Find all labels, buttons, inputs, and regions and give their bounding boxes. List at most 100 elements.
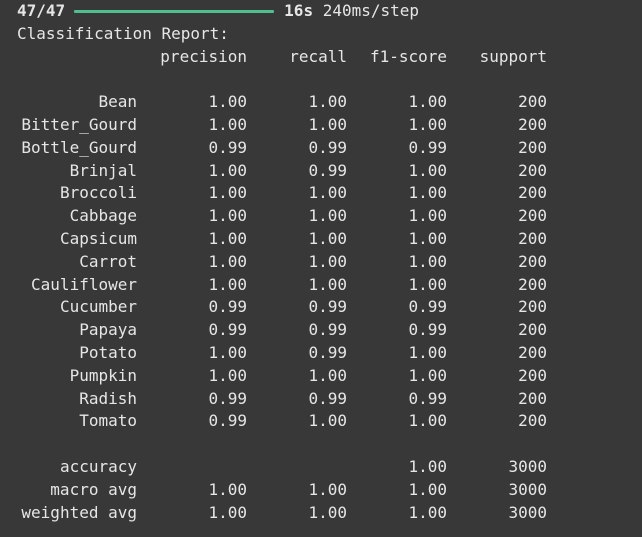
- row-label: weighted avg: [21, 502, 137, 522]
- table-row: Broccoli 1.00 1.00 1.00 200: [17, 182, 642, 205]
- summary-row: macro avg 1.00 1.00 1.00 3000: [17, 479, 642, 502]
- row-recall: 0.99: [308, 137, 347, 157]
- class-rows: Bean 1.00 1.00 1.00 200 Bitter_Gourd 1.00 1.00 1…: [17, 91, 642, 433]
- table-row: Brinjal 1.00 0.99 1.00 200: [17, 160, 642, 183]
- row-recall: 1.00: [308, 251, 347, 271]
- row-f1-score: 0.99: [408, 388, 447, 408]
- table-row: Tomato 0.99 1.00 1.00 200: [17, 410, 642, 433]
- row-f1-score: 1.00: [408, 479, 447, 499]
- row-label: Carrot: [79, 251, 137, 271]
- row-support: 200: [518, 160, 547, 180]
- row-precision: 0.99: [208, 411, 247, 431]
- row-f1-score: 1.00: [408, 456, 447, 476]
- row-recall: 1.00: [308, 206, 347, 226]
- row-recall: 1.00: [308, 479, 347, 499]
- row-f1-score: 1.00: [408, 411, 447, 431]
- header-recall: recall: [289, 46, 347, 66]
- row-recall: 1.00: [308, 228, 347, 248]
- row-precision: 1.00: [208, 274, 247, 294]
- summary-rows: accuracy 1.00 3000 macro avg 1.00 1.00 1.00 300…: [17, 456, 642, 524]
- table-row: Cucumber 0.99 0.99 0.99 200: [17, 296, 642, 319]
- row-precision: 1.00: [208, 206, 247, 226]
- table-row: Bottle_Gourd 0.99 0.99 0.99 200: [17, 137, 642, 160]
- row-f1-score: 1.00: [408, 206, 447, 226]
- row-support: 200: [518, 114, 547, 134]
- row-label: Cauliflower: [31, 274, 137, 294]
- row-support: 200: [518, 365, 547, 385]
- table-row: Potato 1.00 0.99 1.00 200: [17, 342, 642, 365]
- row-f1-score: 1.00: [408, 183, 447, 203]
- row-f1-score: 1.00: [408, 365, 447, 385]
- table-row: Cauliflower 1.00 1.00 1.00 200: [17, 274, 642, 297]
- row-recall: 1.00: [308, 183, 347, 203]
- row-support: 200: [518, 251, 547, 271]
- row-support: 200: [518, 228, 547, 248]
- row-f1-score: 1.00: [408, 92, 447, 112]
- row-f1-score: 0.99: [408, 297, 447, 317]
- row-precision: 1.00: [208, 160, 247, 180]
- row-support: 200: [518, 411, 547, 431]
- progress-step: 47/47: [17, 1, 66, 20]
- table-row: Capsicum 1.00 1.00 1.00 200: [17, 228, 642, 251]
- row-f1-score: 1.00: [408, 342, 447, 362]
- row-precision: 1.00: [208, 342, 247, 362]
- row-label: Cucumber: [59, 297, 137, 317]
- row-support: 200: [518, 320, 547, 340]
- row-recall: 1.00: [308, 365, 347, 385]
- row-recall: 1.00: [308, 274, 347, 294]
- row-support: 200: [518, 137, 547, 157]
- header-precision: precision: [160, 46, 247, 66]
- row-support: 3000: [508, 456, 547, 476]
- row-label: Bitter_Gourd: [21, 114, 137, 134]
- row-recall: 0.99: [308, 160, 347, 180]
- row-support: 3000: [508, 479, 547, 499]
- table-row: Bitter_Gourd 1.00 1.00 1.00 200: [17, 114, 642, 137]
- row-label: Bottle_Gourd: [21, 137, 137, 157]
- progress-rate: 240ms/step: [322, 1, 420, 20]
- table-row: Papaya 0.99 0.99 0.99 200: [17, 319, 642, 342]
- row-label: Radish: [79, 388, 137, 408]
- row-precision: 1.00: [208, 114, 247, 134]
- row-precision: 0.99: [208, 137, 247, 157]
- row-support: 200: [518, 206, 547, 226]
- progress-line: 47/47 16s 240ms/step: [17, 0, 642, 23]
- row-precision: 1.00: [208, 228, 247, 248]
- row-precision: 0.99: [208, 388, 247, 408]
- row-recall: 0.99: [308, 342, 347, 362]
- row-label: Bean: [98, 92, 137, 112]
- summary-row: weighted avg 1.00 1.00 1.00 3000: [17, 502, 642, 525]
- row-recall: 0.99: [308, 320, 347, 340]
- row-support: 200: [518, 274, 547, 294]
- header-f1-score: f1-score: [369, 46, 447, 66]
- row-recall: 1.00: [308, 411, 347, 431]
- row-f1-score: 1.00: [408, 114, 447, 134]
- row-label: macro avg: [50, 479, 137, 499]
- row-f1-score: 1.00: [408, 251, 447, 271]
- row-f1-score: 0.99: [408, 137, 447, 157]
- row-support: 200: [518, 342, 547, 362]
- row-precision: 1.00: [208, 479, 247, 499]
- row-precision: 0.99: [208, 297, 247, 317]
- row-support: 200: [518, 297, 547, 317]
- row-label: Papaya: [79, 320, 137, 340]
- row-f1-score: 1.00: [408, 502, 447, 522]
- summary-row: accuracy 1.00 3000: [17, 456, 642, 479]
- row-label: Capsicum: [59, 228, 137, 248]
- row-label: Potato: [79, 342, 137, 362]
- row-f1-score: 1.00: [408, 228, 447, 248]
- row-recall: 1.00: [308, 114, 347, 134]
- table-row: Radish 0.99 0.99 0.99 200: [17, 388, 642, 411]
- header-support: support: [479, 46, 547, 66]
- report-title: Classification Report:: [17, 23, 229, 43]
- row-recall: 0.99: [308, 388, 347, 408]
- row-precision: 1.00: [208, 183, 247, 203]
- table-row: Cabbage 1.00 1.00 1.00 200: [17, 205, 642, 228]
- row-label: Brinjal: [69, 160, 137, 180]
- row-f1-score: 1.00: [408, 274, 447, 294]
- row-recall: 0.99: [308, 297, 347, 317]
- row-recall: 1.00: [308, 92, 347, 112]
- row-label: Cabbage: [69, 206, 137, 226]
- progress-bar: [74, 9, 275, 13]
